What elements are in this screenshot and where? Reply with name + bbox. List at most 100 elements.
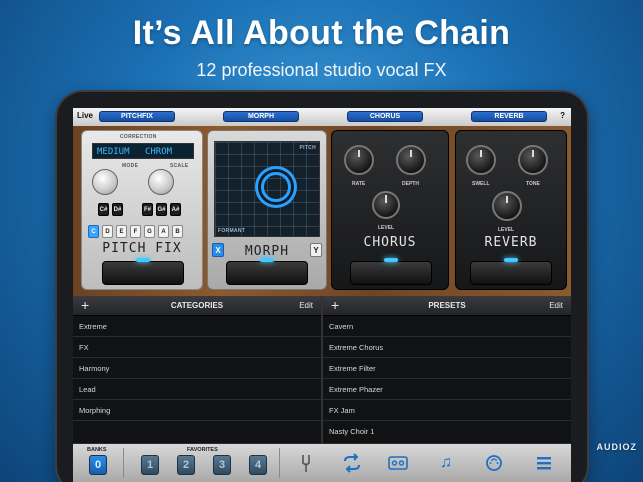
key-e[interactable]: E — [116, 225, 127, 238]
edit-categories-button[interactable]: Edit — [299, 301, 313, 310]
categories-header: + CATEGORIES Edit — [73, 296, 321, 316]
slot-tab-chorus[interactable]: CHORUS — [347, 111, 423, 122]
rate-label: RATE — [352, 181, 366, 187]
morph-xy-pad[interactable]: PITCH FORMANT — [214, 141, 320, 237]
lcd-scale-value: CHROM — [144, 147, 173, 157]
pitchfix-footswitch[interactable] — [102, 258, 184, 285]
pitchfix-pedal[interactable]: CORRECTION MEDIUM CHROM MODE SCALE C# D#… — [81, 130, 203, 290]
favorite-button-3[interactable]: 3 — [213, 455, 231, 475]
category-row-empty — [73, 421, 321, 444]
morph-target-icon[interactable] — [261, 172, 291, 202]
chorus-pedal[interactable]: RATE DEPTH LEVEL CHORUS — [331, 130, 449, 290]
loop-icon[interactable] — [341, 452, 363, 474]
key-b[interactable]: B — [172, 225, 183, 238]
rate-knob[interactable] — [344, 145, 374, 175]
key-g[interactable]: G — [144, 225, 155, 238]
categories-panel: + CATEGORIES Edit Extreme FX Harmony Lea… — [73, 296, 321, 444]
category-row[interactable]: Harmony — [73, 358, 321, 379]
morph-footswitch[interactable] — [226, 258, 308, 285]
mode-knob[interactable] — [92, 169, 118, 195]
reverb-level-label: LEVEL — [498, 227, 515, 233]
morph-name: MORPH — [244, 244, 290, 259]
slot-tab-morph[interactable]: MORPH — [223, 111, 299, 122]
reverb-name: REVERB — [484, 235, 538, 250]
tape-icon[interactable] — [387, 452, 409, 474]
edit-presets-button[interactable]: Edit — [549, 301, 563, 310]
key-f-sharp[interactable]: F# — [142, 203, 153, 216]
key-a-sharp[interactable]: A# — [170, 203, 181, 216]
swell-label: SWELL — [472, 181, 490, 187]
category-row[interactable]: Extreme — [73, 316, 321, 337]
chorus-name: CHORUS — [363, 235, 417, 250]
watermark-logo: AUDIOZ — [596, 442, 637, 452]
promo-subheadline: 12 professional studio vocal FX — [196, 60, 447, 80]
menu-icon[interactable] — [533, 452, 555, 474]
key-c-sharp[interactable]: C# — [98, 203, 109, 216]
category-row[interactable]: Morphing — [73, 400, 321, 421]
top-bar: Live PITCHFIX MORPH CHORUS REVERB ? — [73, 108, 571, 126]
tone-knob[interactable] — [518, 145, 548, 175]
mode-label: MODE — [122, 163, 139, 169]
pitch-axis-label: PITCH — [299, 145, 316, 151]
chorus-level-label: LEVEL — [378, 225, 395, 231]
reverb-footswitch[interactable] — [470, 258, 552, 285]
bank-button[interactable]: 0 — [89, 455, 107, 475]
key-c[interactable]: C — [88, 225, 99, 238]
slot-tab-reverb[interactable]: REVERB — [471, 111, 547, 122]
pitchfix-led — [136, 258, 150, 262]
preset-row[interactable]: Extreme Chorus — [323, 337, 571, 358]
banks-label: BANKS — [87, 447, 107, 453]
preset-row[interactable]: FX Jam — [323, 400, 571, 421]
key-d-sharp[interactable]: D# — [112, 203, 123, 216]
live-button[interactable]: Live — [77, 111, 93, 120]
reverb-pedal[interactable]: SWELL TONE LEVEL REVERB — [455, 130, 567, 290]
reverb-level-knob[interactable] — [492, 191, 522, 221]
category-row[interactable]: Lead — [73, 379, 321, 400]
scale-knob[interactable] — [148, 169, 174, 195]
favorite-button-2[interactable]: 2 — [177, 455, 195, 475]
preset-row[interactable]: Nasty Choir 1 — [323, 421, 571, 444]
formant-axis-label: FORMANT — [218, 228, 246, 234]
depth-label: DEPTH — [402, 181, 419, 187]
slot-tab-pitchfix[interactable]: PITCHFIX — [99, 111, 175, 122]
scale-label: SCALE — [170, 163, 189, 169]
key-g-sharp[interactable]: G# — [156, 203, 167, 216]
ipad-frame: Live PITCHFIX MORPH CHORUS REVERB ? CORR… — [57, 92, 587, 482]
morph-led — [260, 258, 274, 262]
chorus-level-knob[interactable] — [372, 191, 400, 219]
swell-knob[interactable] — [466, 145, 496, 175]
morph-pedal[interactable]: PITCH FORMANT X Y MORPH — [207, 130, 327, 290]
bottom-toolbar: BANKS 0 FAVORITES 1 2 3 4 ♫ — [73, 444, 571, 482]
category-row[interactable]: FX — [73, 337, 321, 358]
tone-label: TONE — [526, 181, 540, 187]
effects-chain: CORRECTION MEDIUM CHROM MODE SCALE C# D#… — [73, 126, 571, 296]
preset-row[interactable]: Extreme Phazer — [323, 379, 571, 400]
lcd-mode-value: MEDIUM — [97, 147, 130, 157]
key-d[interactable]: D — [102, 225, 113, 238]
pitchfix-name: PITCH FIX — [102, 241, 182, 256]
reverb-led — [504, 258, 518, 262]
toolbar-separator — [123, 448, 124, 478]
browser-lists: + CATEGORIES Edit Extreme FX Harmony Lea… — [73, 296, 571, 444]
key-f[interactable]: F — [130, 225, 141, 238]
categories-title: CATEGORIES — [170, 301, 224, 310]
chorus-led — [384, 258, 398, 262]
chorus-footswitch[interactable] — [350, 258, 432, 285]
promo-headline: It’s All About the Chain — [132, 14, 511, 52]
app-screen: Live PITCHFIX MORPH CHORUS REVERB ? CORR… — [73, 108, 571, 482]
tuning-fork-icon[interactable] — [295, 452, 317, 474]
depth-knob[interactable] — [396, 145, 426, 175]
key-a[interactable]: A — [158, 225, 169, 238]
music-note-icon[interactable]: ♫ — [435, 452, 457, 474]
help-button[interactable]: ? — [560, 111, 565, 120]
preset-row[interactable]: Extreme Filter — [323, 358, 571, 379]
midi-icon[interactable] — [483, 452, 505, 474]
toolbar-separator — [279, 448, 280, 478]
presets-header: + PRESETS Edit — [323, 296, 571, 316]
favorites-label: FAVORITES — [187, 447, 218, 453]
favorite-button-4[interactable]: 4 — [249, 455, 267, 475]
favorite-button-1[interactable]: 1 — [141, 455, 159, 475]
preset-row[interactable]: Cavern — [323, 316, 571, 337]
presets-panel: + PRESETS Edit Cavern Extreme Chorus Ext… — [323, 296, 571, 444]
correction-label: CORRECTION — [120, 134, 157, 140]
